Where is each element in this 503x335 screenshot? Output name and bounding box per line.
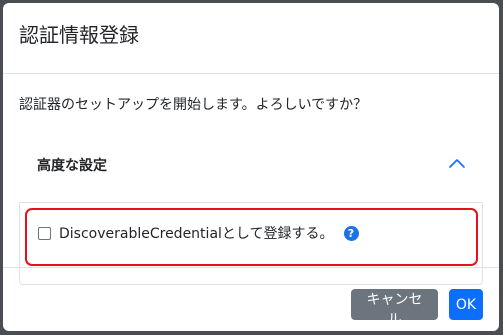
advanced-settings-label: 高度な設定 (37, 158, 107, 174)
dialog-header: 認証情報登録 (3, 3, 499, 74)
dialog-title: 認証情報登録 (19, 23, 139, 47)
ok-button[interactable]: OK (449, 289, 483, 320)
discoverable-credential-label[interactable]: DiscoverableCredentialとして登録する。 (59, 223, 334, 243)
chevron-up-icon (449, 159, 465, 168)
help-icon[interactable]: ? (343, 225, 359, 241)
dialog-footer: キャンセル OK (3, 267, 499, 331)
discoverable-credential-checkbox[interactable] (38, 226, 51, 240)
advanced-settings-accordion: 高度な設定 DiscoverableCredentialとして登録する。 ? (19, 128, 483, 288)
cancel-button[interactable]: キャンセル (351, 289, 438, 328)
confirmation-message: 認証器のセットアップを開始します。よろしいですか？ (19, 97, 368, 113)
advanced-settings-toggle[interactable]: 高度な設定 (19, 128, 483, 202)
auth-registration-dialog: 認証情報登録 認証器のセットアップを開始します。よろしいですか？ 高度な設定 D… (3, 3, 499, 331)
discoverable-credential-option: DiscoverableCredentialとして登録する。 ? (38, 223, 359, 243)
